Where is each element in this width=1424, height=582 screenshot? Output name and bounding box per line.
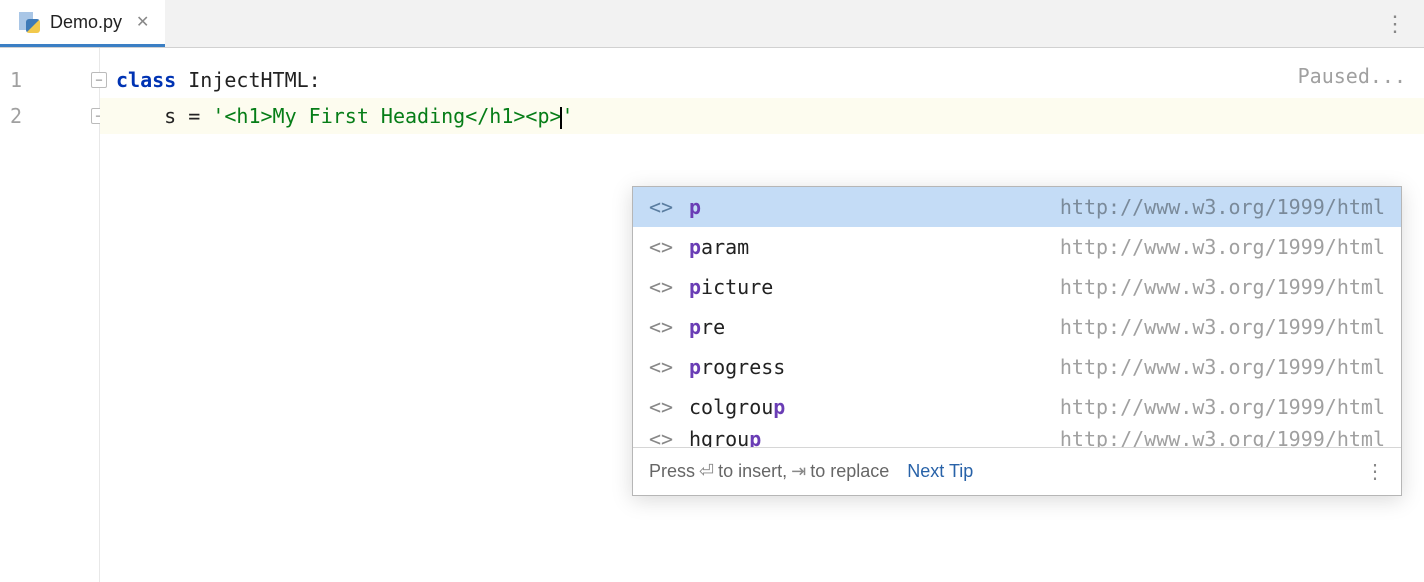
hint-text: to replace [810, 461, 889, 482]
editor-tab[interactable]: Demo.py ✕ [0, 0, 165, 47]
tag-icon: <> [649, 355, 677, 379]
editor-area: 1 − 2 − Paused... class InjectHTML: s = … [0, 48, 1424, 582]
completion-item[interactable]: <> progress http://www.w3.org/1999/html [633, 347, 1401, 387]
close-tab-button[interactable]: ✕ [132, 10, 153, 34]
tag-icon: <> [649, 427, 677, 447]
completion-namespace: http://www.w3.org/1999/html [1060, 275, 1385, 299]
tag-icon: <> [649, 275, 677, 299]
completion-namespace: http://www.w3.org/1999/html [1060, 395, 1385, 419]
completion-list[interactable]: <> p http://www.w3.org/1999/html <> para… [633, 187, 1401, 447]
tag-icon: <> [649, 195, 677, 219]
completion-namespace: http://www.w3.org/1999/html [1060, 195, 1385, 219]
completion-item[interactable]: <> param http://www.w3.org/1999/html [633, 227, 1401, 267]
completion-namespace: http://www.w3.org/1999/html [1060, 427, 1385, 447]
completion-settings-menu[interactable]: ⋮ [1365, 459, 1385, 484]
line-number: 2 − [0, 98, 99, 134]
completion-namespace: http://www.w3.org/1999/html [1060, 315, 1385, 339]
line-number: 1 − [0, 62, 99, 98]
enter-key-icon: ⏎ [699, 461, 714, 482]
tab-filename: Demo.py [50, 12, 122, 33]
tag-icon: <> [649, 395, 677, 419]
completion-item[interactable]: <> p http://www.w3.org/1999/html [633, 187, 1401, 227]
completion-item[interactable]: <> picture http://www.w3.org/1999/html [633, 267, 1401, 307]
tag-icon: <> [649, 235, 677, 259]
completion-namespace: http://www.w3.org/1999/html [1060, 355, 1385, 379]
tab-bar-overflow-menu[interactable]: ⋮ [1366, 0, 1424, 47]
hint-text: to insert, [718, 461, 787, 482]
completion-popup: <> p http://www.w3.org/1999/html <> para… [632, 186, 1402, 496]
gutter: 1 − 2 − [0, 48, 100, 582]
debugger-status: Paused... [1298, 64, 1406, 88]
code-line: class InjectHTML: [100, 62, 1424, 98]
code-line: s = '<h1>My First Heading</h1><p>' [100, 98, 1424, 134]
completion-item[interactable]: <> hgroup http://www.w3.org/1999/html [633, 427, 1401, 447]
tag-icon: <> [649, 315, 677, 339]
hint-text: Press [649, 461, 695, 482]
tab-key-icon: ⇥ [791, 461, 806, 482]
completion-footer: Press ⏎ to insert, ⇥ to replace Next Tip… [633, 447, 1401, 495]
completion-item[interactable]: <> colgroup http://www.w3.org/1999/html [633, 387, 1401, 427]
python-file-icon [18, 11, 40, 33]
completion-namespace: http://www.w3.org/1999/html [1060, 235, 1385, 259]
next-tip-link[interactable]: Next Tip [907, 461, 973, 482]
tab-bar: Demo.py ✕ ⋮ [0, 0, 1424, 48]
completion-item[interactable]: <> pre http://www.w3.org/1999/html [633, 307, 1401, 347]
